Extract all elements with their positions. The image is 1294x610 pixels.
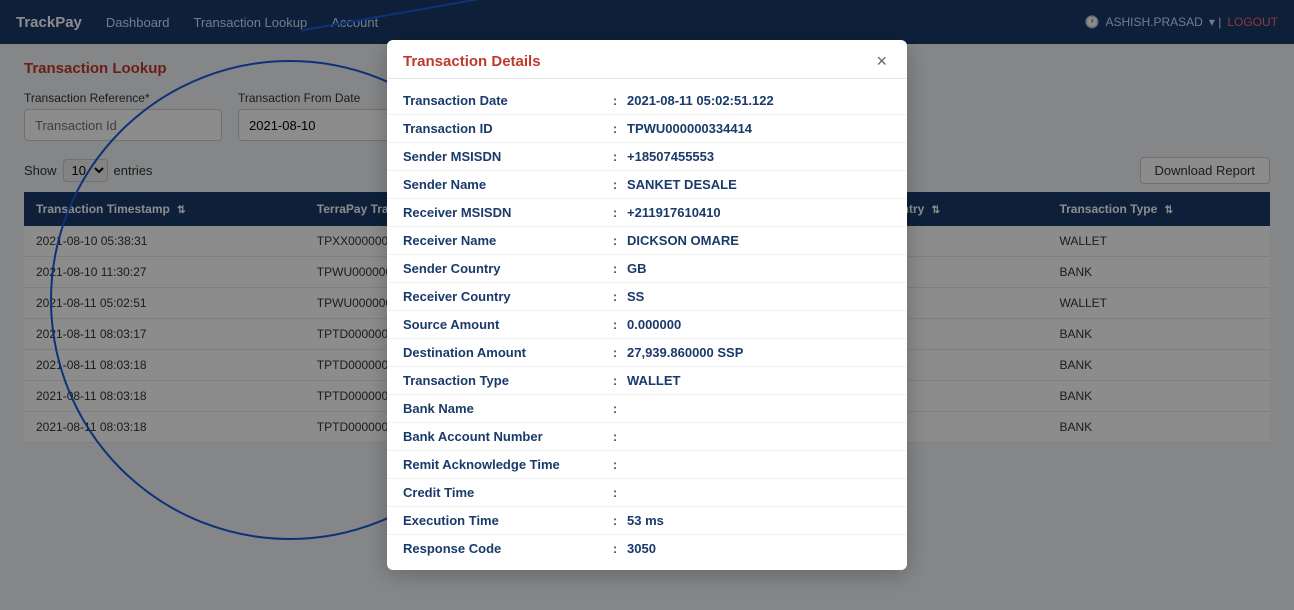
detail-value: WALLET [627, 373, 891, 388]
detail-colon: : [607, 289, 623, 304]
detail-row: Execution Time : 53 ms [387, 507, 907, 535]
detail-label: Transaction Type [403, 373, 603, 388]
detail-row: Bank Account Number : [387, 423, 907, 451]
modal-header: Transaction Details × [387, 40, 907, 79]
detail-row: Sender MSISDN : +18507455553 [387, 143, 907, 171]
detail-colon: : [607, 541, 623, 556]
modal-overlay[interactable]: Transaction Details × Transaction Date :… [0, 0, 1294, 610]
detail-value: SANKET DESALE [627, 177, 891, 192]
detail-label: Remit Acknowledge Time [403, 457, 603, 472]
detail-value: DICKSON OMARE [627, 233, 891, 248]
detail-value: GB [627, 261, 891, 276]
detail-colon: : [607, 457, 623, 472]
detail-colon: : [607, 233, 623, 248]
detail-label: Sender Country [403, 261, 603, 276]
detail-label: Transaction Date [403, 93, 603, 108]
detail-label: Receiver Country [403, 289, 603, 304]
detail-row: Source Amount : 0.000000 [387, 311, 907, 339]
detail-row: Remit Acknowledge Time : [387, 451, 907, 479]
detail-value: +18507455553 [627, 149, 891, 164]
detail-row: Credit Time : [387, 479, 907, 507]
detail-label: Receiver Name [403, 233, 603, 248]
detail-colon: : [607, 401, 623, 416]
detail-colon: : [607, 205, 623, 220]
detail-value: TPWU000000334414 [627, 121, 891, 136]
detail-row: Receiver Name : DICKSON OMARE [387, 227, 907, 255]
detail-row: Receiver MSISDN : +211917610410 [387, 199, 907, 227]
detail-colon: : [607, 373, 623, 388]
detail-colon: : [607, 317, 623, 332]
detail-colon: : [607, 485, 623, 500]
detail-colon: : [607, 93, 623, 108]
detail-row: Bank Name : [387, 395, 907, 423]
detail-row: Receiver Country : SS [387, 283, 907, 311]
detail-label: Bank Name [403, 401, 603, 416]
detail-row: Response Code : 3050 [387, 535, 907, 562]
modal-body: Transaction Date : 2021-08-11 05:02:51.1… [387, 79, 907, 570]
detail-label: Transaction ID [403, 121, 603, 136]
detail-value: 3050 [627, 541, 891, 556]
detail-label: Bank Account Number [403, 429, 603, 444]
detail-colon: : [607, 177, 623, 192]
detail-label: Receiver MSISDN [403, 205, 603, 220]
detail-row: Destination Amount : 27,939.860000 SSP [387, 339, 907, 367]
modal-close-button[interactable]: × [872, 52, 891, 70]
detail-row: Transaction ID : TPWU000000334414 [387, 115, 907, 143]
detail-colon: : [607, 513, 623, 528]
detail-colon: : [607, 149, 623, 164]
detail-colon: : [607, 429, 623, 444]
detail-value: 53 ms [627, 513, 891, 528]
detail-label: Source Amount [403, 317, 603, 332]
detail-label: Sender MSISDN [403, 149, 603, 164]
transaction-details-modal: Transaction Details × Transaction Date :… [387, 40, 907, 570]
detail-row: Transaction Type : WALLET [387, 367, 907, 395]
detail-row: Sender Country : GB [387, 255, 907, 283]
detail-label: Destination Amount [403, 345, 603, 360]
detail-value: 0.000000 [627, 317, 891, 332]
detail-value: 27,939.860000 SSP [627, 345, 891, 360]
detail-value: 2021-08-11 05:02:51.122 [627, 93, 891, 108]
detail-colon: : [607, 261, 623, 276]
detail-colon: : [607, 345, 623, 360]
detail-label: Execution Time [403, 513, 603, 528]
detail-colon: : [607, 121, 623, 136]
detail-label: Sender Name [403, 177, 603, 192]
detail-row: Transaction Date : 2021-08-11 05:02:51.1… [387, 87, 907, 115]
detail-value: +211917610410 [627, 205, 891, 220]
detail-label: Credit Time [403, 485, 603, 500]
detail-row: Sender Name : SANKET DESALE [387, 171, 907, 199]
detail-label: Response Code [403, 541, 603, 556]
detail-value: SS [627, 289, 891, 304]
modal-title: Transaction Details [403, 53, 541, 70]
